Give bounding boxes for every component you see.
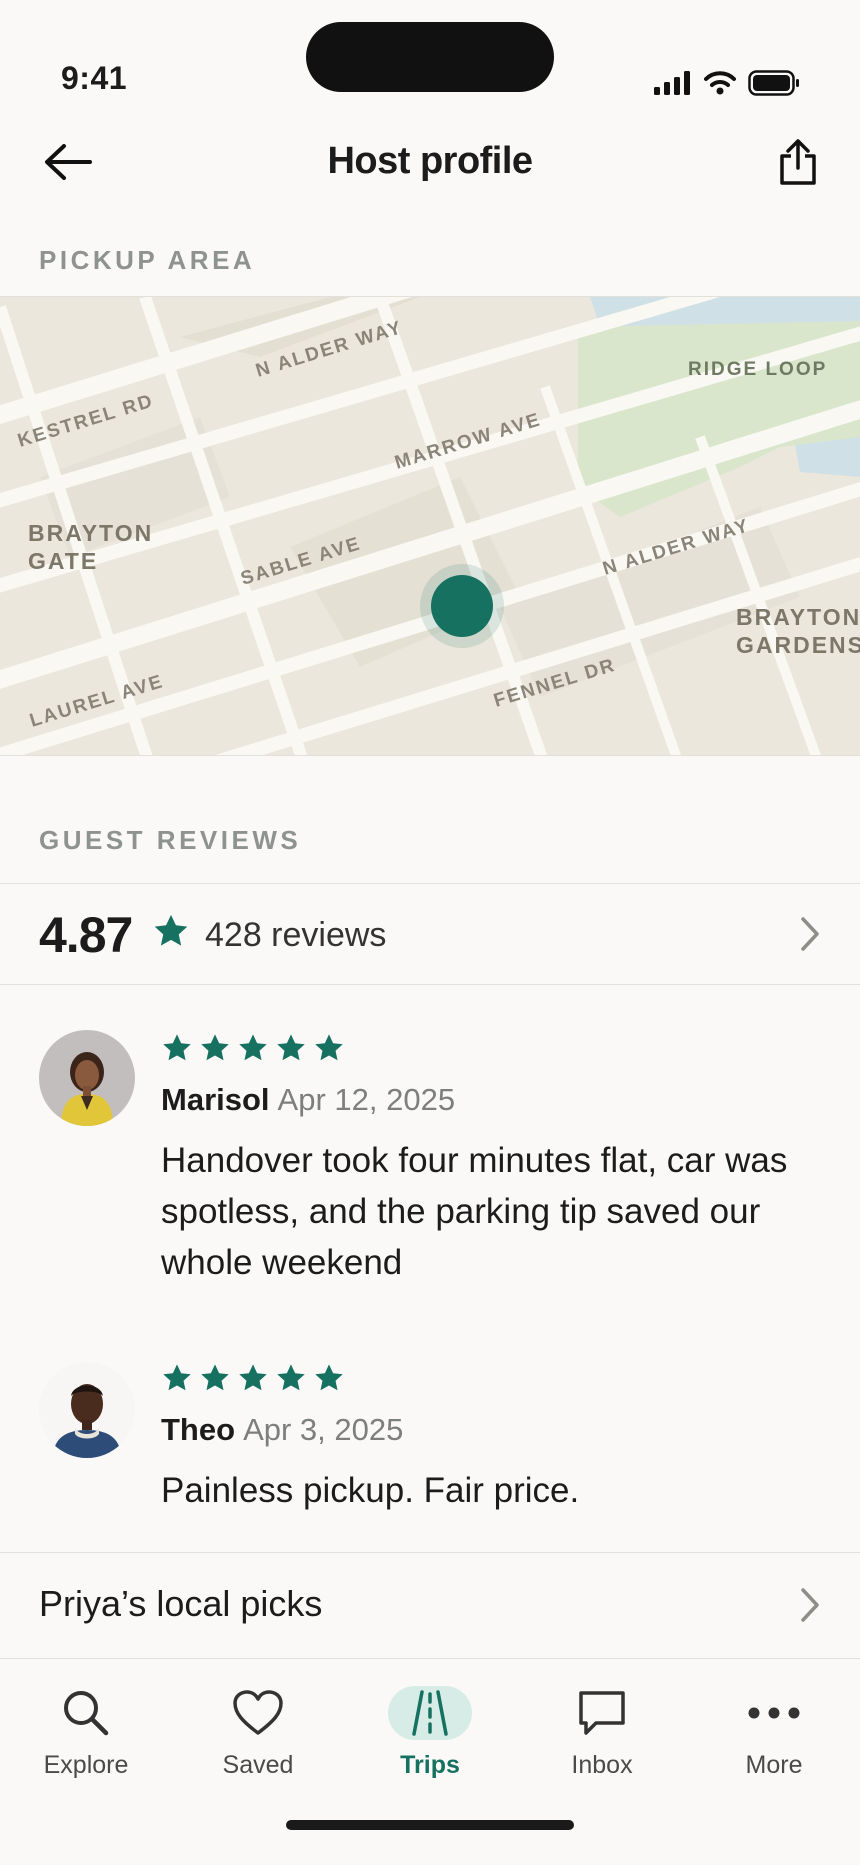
guest-reviews-heading: GUEST REVIEWS — [39, 825, 302, 855]
star-icon — [239, 1034, 267, 1061]
chat-bubble-icon — [579, 1691, 625, 1735]
tab-bar: Explore Saved Trips Inbox More — [0, 1658, 860, 1865]
review-count: 428 reviews — [205, 916, 387, 954]
signal-icon — [654, 71, 690, 95]
local-picks-row[interactable]: Priya’s local picks — [0, 1553, 860, 1657]
map-canvas: N ALDER WAY KESTREL RD MARROW AVE SABLE … — [0, 297, 860, 755]
tab-explore[interactable]: Explore — [21, 1683, 151, 1793]
wifi-icon — [704, 71, 736, 95]
home-indicator — [286, 1820, 574, 1830]
reviews-summary-row[interactable]: 4.87 428 reviews — [0, 884, 860, 984]
tab-more[interactable]: More — [709, 1683, 839, 1793]
star-icon — [277, 1364, 305, 1391]
star-icon — [239, 1364, 267, 1391]
tab-label: Inbox — [571, 1751, 633, 1779]
chevron-right-icon — [796, 914, 824, 954]
review-item — [39, 1030, 135, 1126]
tab-saved[interactable]: Saved — [193, 1683, 323, 1793]
review-date: Apr 12, 2025 — [277, 1082, 456, 1117]
pickup-location-pin[interactable] — [420, 564, 504, 648]
local-picks-label: Priya’s local picks — [39, 1583, 323, 1624]
tab-label: More — [745, 1751, 803, 1779]
map-label: BRAYTON — [28, 520, 153, 546]
star-icon — [315, 1034, 343, 1061]
review-date: Apr 3, 2025 — [243, 1412, 404, 1447]
star-icon — [163, 1364, 191, 1391]
map-label: RIDGE LOOP — [688, 359, 827, 380]
review-meta: Marisol Apr 12, 2025 — [161, 1082, 455, 1118]
review-stars — [161, 1362, 345, 1394]
star-icon — [154, 914, 188, 946]
heart-icon — [233, 1690, 283, 1735]
chevron-right-icon — [796, 1585, 824, 1625]
star-icon — [315, 1364, 343, 1391]
reviewer-name: Marisol — [161, 1082, 270, 1117]
more-dots-icon — [748, 1707, 800, 1719]
reviewer-name: Theo — [161, 1412, 236, 1447]
page-title: Host profile — [327, 140, 533, 182]
tab-trips[interactable]: Trips — [365, 1683, 495, 1793]
tab-label: Explore — [43, 1751, 129, 1779]
active-tab-indicator — [388, 1686, 472, 1740]
tab-label: Trips — [400, 1751, 460, 1779]
star-icon — [201, 1034, 229, 1061]
pickup-area-heading: PICKUP AREA — [39, 245, 256, 275]
review-stars — [161, 1032, 345, 1064]
review-meta: Theo Apr 3, 2025 — [161, 1412, 403, 1448]
star-icon — [163, 1034, 191, 1061]
review-text: Handover took four minutes flat, car was… — [161, 1141, 788, 1282]
avatar — [39, 1362, 135, 1458]
status-time: 9:41 — [61, 60, 128, 96]
review-text: Painless pickup. Fair price. — [161, 1471, 580, 1510]
rating-value: 4.87 — [39, 907, 133, 963]
share-button[interactable] — [766, 130, 830, 194]
battery-icon — [748, 70, 799, 96]
map-label: GARDENS — [736, 632, 860, 658]
pickup-map[interactable]: N ALDER WAY KESTREL RD MARROW AVE SABLE … — [0, 296, 860, 756]
star-icon — [277, 1034, 305, 1061]
star-icon — [201, 1364, 229, 1391]
search-icon — [64, 1691, 109, 1736]
map-label: GATE — [28, 548, 98, 574]
avatar — [39, 1030, 135, 1126]
road-icon — [412, 1690, 448, 1736]
share-icon — [780, 139, 816, 185]
tab-label: Saved — [222, 1751, 294, 1779]
divider — [0, 984, 860, 985]
tab-inbox[interactable]: Inbox — [537, 1683, 667, 1793]
review-item — [39, 1362, 135, 1458]
map-label: BRAYTON — [736, 604, 860, 630]
dynamic-island — [306, 22, 554, 92]
status-icons — [654, 70, 800, 96]
